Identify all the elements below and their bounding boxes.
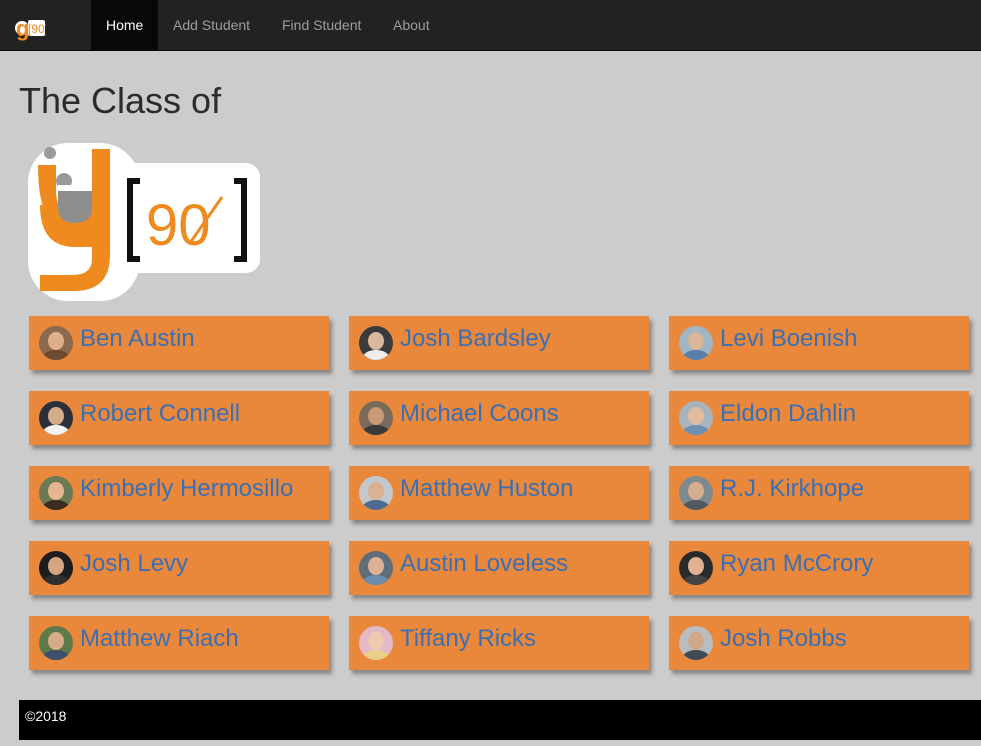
avatar [359,476,393,510]
avatar [39,326,73,360]
avatar [39,626,73,660]
student-card[interactable]: Josh Levy [29,541,329,595]
student-name[interactable]: Michael Coons [400,400,559,428]
avatar [359,401,393,435]
avatar [679,401,713,435]
avatar [679,476,713,510]
avatar [359,326,393,360]
g90-logo-icon: 90 [28,143,260,301]
student-name[interactable]: Levi Boenish [720,325,857,353]
student-name[interactable]: Austin Loveless [400,550,568,578]
student-card[interactable]: R.J. Kirkhope [669,466,969,520]
student-card[interactable]: Ryan McCrory [669,541,969,595]
avatar [679,551,713,585]
avatar [39,401,73,435]
nav-find-student[interactable]: Find Student [267,0,376,50]
student-card[interactable]: Levi Boenish [669,316,969,370]
student-name[interactable]: Ryan McCrory [720,550,873,578]
student-card[interactable]: Eldon Dahlin [669,391,969,445]
footer: ©2018 [19,700,981,740]
student-card[interactable]: Austin Loveless [349,541,649,595]
svg-text:[90]: [90] [28,22,46,36]
nav-home[interactable]: Home [91,0,159,50]
copyright-text: ©2018 [25,708,67,724]
student-name[interactable]: Matthew Riach [80,625,239,653]
student-card[interactable]: Kimberly Hermosillo [29,466,329,520]
student-name[interactable]: R.J. Kirkhope [720,475,864,503]
student-card[interactable]: Matthew Huston [349,466,649,520]
avatar [679,626,713,660]
student-card[interactable]: Tiffany Ricks [349,616,649,670]
student-name[interactable]: Tiffany Ricks [400,625,536,653]
avatar [359,626,393,660]
nav-about[interactable]: About [378,0,445,50]
student-name[interactable]: Josh Levy [80,550,188,578]
student-name[interactable]: Josh Robbs [720,625,847,653]
avatar [39,476,73,510]
student-name[interactable]: Robert Connell [80,400,240,428]
student-card[interactable]: Matthew Riach [29,616,329,670]
student-card[interactable]: Michael Coons [349,391,649,445]
student-card[interactable]: Ben Austin [29,316,329,370]
g90-logo-icon: g [90] [15,16,48,41]
student-card[interactable]: Josh Robbs [669,616,969,670]
student-card[interactable]: Josh Bardsley [349,316,649,370]
avatar [359,551,393,585]
page-title: The Class of [19,80,222,121]
student-name[interactable]: Ben Austin [80,325,195,353]
brand-logo[interactable]: g [90] [14,12,48,42]
avatar [39,551,73,585]
avatar [679,326,713,360]
student-name[interactable]: Josh Bardsley [400,325,551,353]
student-name[interactable]: Matthew Huston [400,475,573,503]
navbar: g [90] Home Add Student Find Student Abo… [0,0,981,51]
student-card[interactable]: Robert Connell [29,391,329,445]
class-logo: 90 [28,135,260,301]
nav-add-student[interactable]: Add Student [158,0,265,50]
student-name[interactable]: Kimberly Hermosillo [80,475,293,503]
student-name[interactable]: Eldon Dahlin [720,400,856,428]
